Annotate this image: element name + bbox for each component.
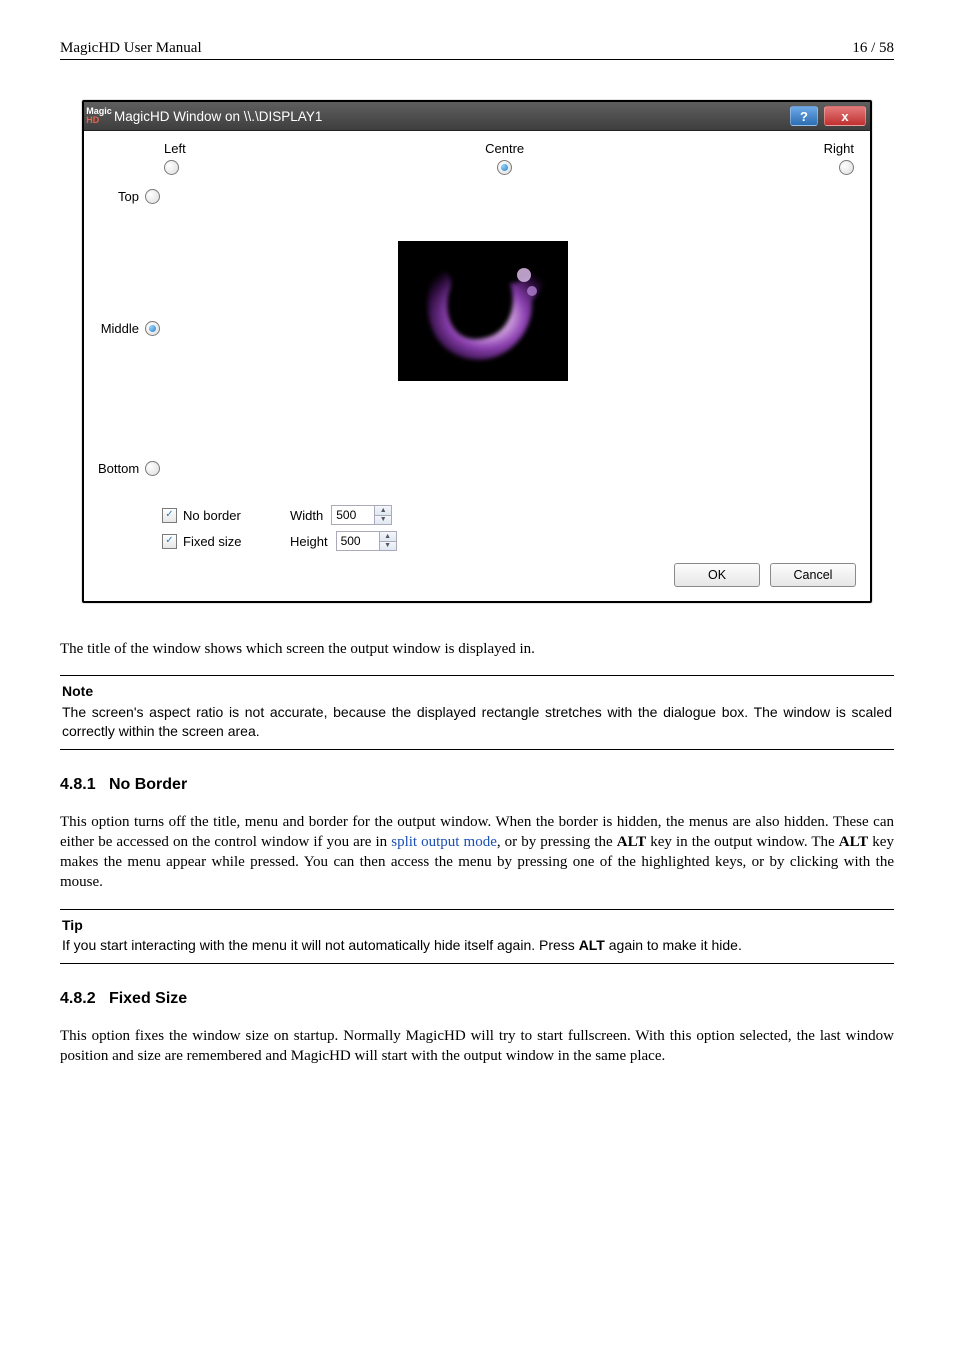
col-centre-label: Centre bbox=[485, 141, 524, 156]
close-icon: x bbox=[841, 109, 848, 124]
no-border-label: No border bbox=[183, 508, 241, 523]
header-left: MagicHD User Manual bbox=[60, 40, 202, 57]
no-border-checkbox[interactable]: ✓ bbox=[162, 508, 177, 523]
note-block: Note The screen's aspect ratio is not ac… bbox=[60, 675, 894, 750]
width-input[interactable] bbox=[331, 505, 374, 525]
width-up-icon[interactable]: ▲ bbox=[375, 506, 391, 516]
header-right: 16 / 58 bbox=[852, 40, 894, 57]
note-heading: Note bbox=[62, 682, 892, 701]
fixed-size-label: Fixed size bbox=[183, 534, 242, 549]
ok-button[interactable]: OK bbox=[674, 563, 760, 587]
preview-image-icon bbox=[398, 241, 568, 381]
output-window-dialog: MagicHD MagicHD Window on \\.\DISPLAY1 ?… bbox=[82, 100, 872, 603]
col-right-label: Right bbox=[824, 141, 854, 156]
col-left-label: Left bbox=[164, 141, 186, 156]
height-up-icon[interactable]: ▲ bbox=[380, 532, 396, 542]
row-bottom-label: Bottom bbox=[98, 461, 139, 476]
height-stepper[interactable]: ▲ ▼ bbox=[336, 531, 397, 551]
question-icon: ? bbox=[800, 109, 808, 124]
cancel-button[interactable]: Cancel bbox=[770, 563, 856, 587]
radio-top-centre[interactable] bbox=[497, 160, 512, 175]
fixed-size-checkbox[interactable]: ✓ bbox=[162, 534, 177, 549]
height-label: Height bbox=[290, 534, 328, 549]
help-button[interactable]: ? bbox=[790, 106, 818, 126]
tip-body: If you start interacting with the menu i… bbox=[62, 936, 892, 955]
intro-paragraph: The title of the window shows which scre… bbox=[60, 639, 894, 659]
row-top-label: Top bbox=[118, 189, 139, 204]
output-preview bbox=[398, 241, 568, 381]
dialog-title: MagicHD Window on \\.\DISPLAY1 bbox=[114, 109, 784, 124]
section-no-border-heading: 4.8.1 No Border bbox=[60, 774, 894, 796]
section-fixed-size-paragraph: This option fixes the window size on sta… bbox=[60, 1026, 894, 1067]
note-body: The screen's aspect ratio is not accurat… bbox=[62, 703, 892, 741]
app-icon: MagicHD bbox=[90, 109, 108, 123]
row-middle-label: Middle bbox=[101, 321, 139, 336]
radio-row-top[interactable] bbox=[145, 189, 160, 204]
width-label: Width bbox=[290, 508, 323, 523]
radio-top-right[interactable] bbox=[839, 160, 854, 175]
width-down-icon[interactable]: ▼ bbox=[375, 516, 391, 525]
radio-row-middle[interactable] bbox=[145, 321, 160, 336]
section-fixed-size-heading: 4.8.2 Fixed Size bbox=[60, 988, 894, 1010]
split-output-mode-link[interactable]: split output mode bbox=[391, 834, 497, 850]
width-stepper[interactable]: ▲ ▼ bbox=[331, 505, 392, 525]
close-button[interactable]: x bbox=[824, 106, 866, 126]
height-down-icon[interactable]: ▼ bbox=[380, 542, 396, 551]
radio-row-bottom[interactable] bbox=[145, 461, 160, 476]
height-input[interactable] bbox=[336, 531, 379, 551]
radio-top-left[interactable] bbox=[164, 160, 179, 175]
dialog-titlebar[interactable]: MagicHD MagicHD Window on \\.\DISPLAY1 ?… bbox=[84, 102, 870, 131]
tip-heading: Tip bbox=[62, 916, 892, 935]
page-header: MagicHD User Manual 16 / 58 bbox=[60, 40, 894, 60]
section-no-border-paragraph: This option turns off the title, menu an… bbox=[60, 812, 894, 893]
tip-block: Tip If you start interacting with the me… bbox=[60, 909, 894, 965]
